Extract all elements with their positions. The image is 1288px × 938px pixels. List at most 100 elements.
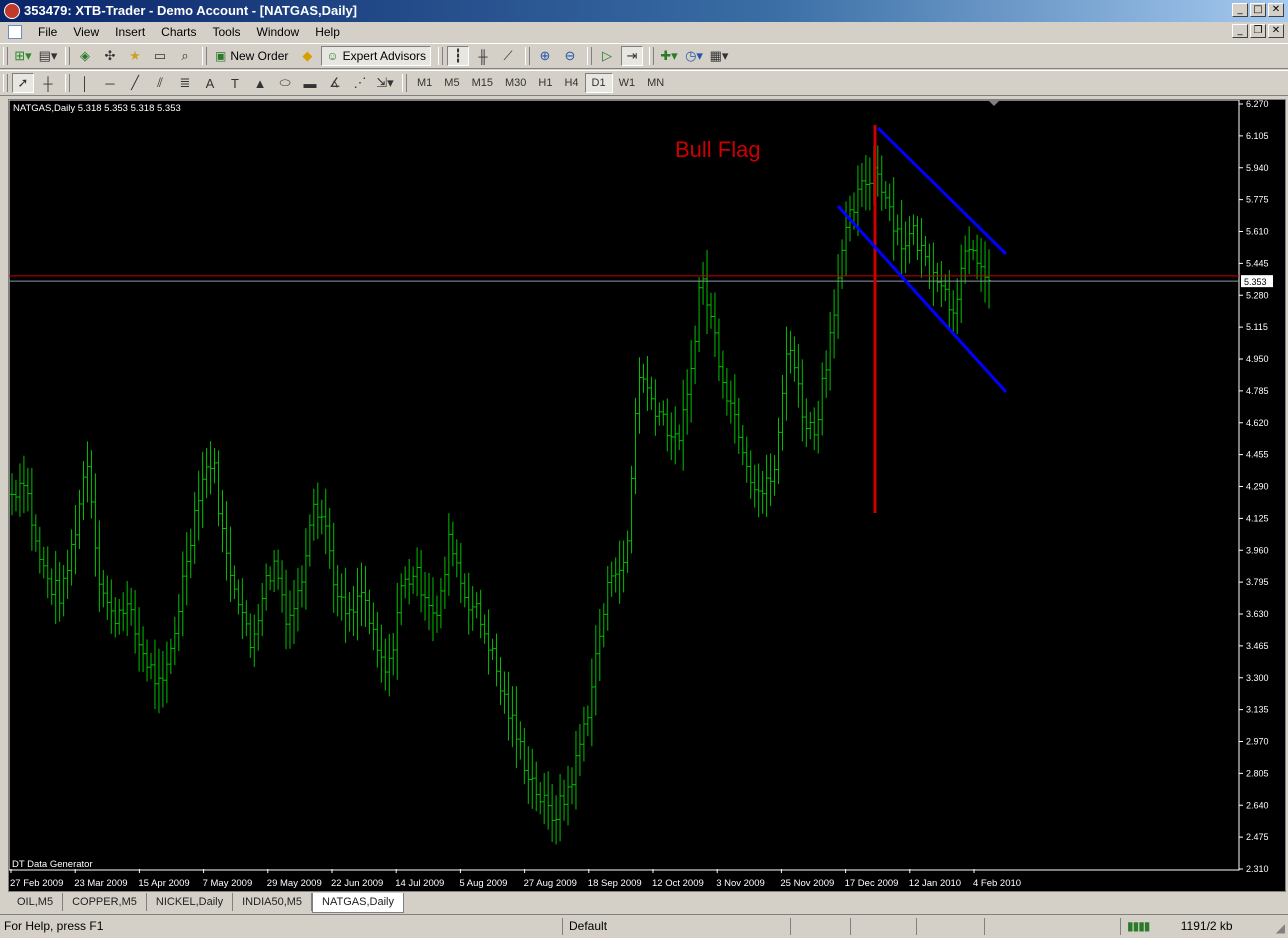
x-tick-label: 12 Jan 2010: [909, 878, 961, 889]
navigator-crosshair-icon[interactable]: ✣: [99, 46, 121, 66]
text-icon[interactable]: A: [199, 73, 221, 93]
x-tick-label: 14 Jul 2009: [395, 878, 444, 889]
timeframe-h4[interactable]: H4: [558, 74, 584, 92]
timeframe-m15[interactable]: M15: [466, 74, 499, 92]
child-restore-button[interactable]: ❐: [1250, 24, 1266, 38]
status-bar: For Help, press F1 Default ▮▮▮▮ 1191/2 k…: [0, 914, 1288, 938]
arrows-icon[interactable]: ⇲▾: [374, 73, 396, 93]
timeframe-m1[interactable]: M1: [411, 74, 438, 92]
drawing-toolbar: ➚ ┼ │ ─ ╱ ⫽ ≣ A T ▲ ⬭ ▬ ∡ ⋰ ⇲▾ M1 M5 M15…: [0, 70, 1288, 96]
x-tick-label: 7 May 2009: [203, 878, 253, 889]
x-tick-label: 23 Mar 2009: [74, 878, 127, 889]
expert-advisors-icon: ☺: [326, 49, 339, 63]
profiles-icon[interactable]: ▤▾: [37, 46, 59, 66]
y-tick-label: 4.620: [1246, 418, 1269, 428]
strategy-tester-icon[interactable]: ⌕: [174, 46, 196, 66]
chart-window[interactable]: 6.270 6.105 5.940 5.775 5.610 5.445 5.280 5.115…: [8, 99, 1286, 892]
horizontal-line-icon[interactable]: ─: [99, 73, 121, 93]
text-label-icon[interactable]: T: [224, 73, 246, 93]
vertical-line-icon[interactable]: │: [74, 73, 96, 93]
tab-oil-m5[interactable]: OIL,M5: [8, 893, 64, 911]
rectangle-icon[interactable]: ▬: [299, 73, 321, 93]
maximize-button[interactable]: □: [1250, 3, 1266, 17]
resize-grip-icon[interactable]: ◢: [1276, 921, 1285, 935]
gann-fan-icon[interactable]: ∡: [324, 73, 346, 93]
market-watch-icon[interactable]: ◈: [74, 46, 96, 66]
crosshair-icon[interactable]: ┼: [37, 73, 59, 93]
menu-window[interactable]: Window: [249, 25, 308, 39]
fibonacci-fan-icon[interactable]: ⋰: [349, 73, 371, 93]
y-tick-label: 2.805: [1246, 768, 1269, 778]
expert-advisors-label: Expert Advisors: [342, 49, 426, 63]
bar-chart-icon[interactable]: ┇: [447, 46, 469, 66]
auto-scroll-icon[interactable]: ▷: [596, 46, 618, 66]
y-tick-label: 3.630: [1246, 609, 1269, 619]
menu-help[interactable]: Help: [307, 25, 348, 39]
timeframe-w1[interactable]: W1: [613, 74, 642, 92]
status-pane-2: [850, 918, 916, 935]
ellipse-icon[interactable]: ⬭: [274, 73, 296, 93]
timeframe-d1[interactable]: D1: [584, 73, 613, 93]
minimize-button[interactable]: _: [1232, 3, 1248, 17]
y-tick-label: 5.280: [1246, 290, 1269, 300]
candlestick-icon[interactable]: ╫: [472, 46, 494, 66]
timeframe-m30[interactable]: M30: [499, 74, 532, 92]
new-order-button[interactable]: ▣ New Order: [211, 46, 292, 66]
fibonacci-retracement-icon[interactable]: ≣: [174, 73, 196, 93]
tab-natgas-daily[interactable]: NATGAS,Daily: [312, 893, 404, 913]
periods-clock-icon[interactable]: ◷▾: [683, 46, 705, 66]
y-tick-label: 5.445: [1246, 258, 1269, 268]
document-icon[interactable]: [8, 25, 22, 39]
tab-india50-m5[interactable]: INDIA50,M5: [233, 893, 313, 911]
y-tick-label: 5.115: [1246, 322, 1268, 332]
alert-icon[interactable]: ◆: [296, 46, 318, 66]
zoom-in-icon[interactable]: ⊕: [534, 46, 556, 66]
y-tick-label: 4.950: [1246, 354, 1269, 364]
y-tick-label: 5.610: [1246, 227, 1269, 237]
menu-charts[interactable]: Charts: [153, 25, 204, 39]
close-button[interactable]: ✕: [1268, 3, 1284, 17]
tab-nickel-daily[interactable]: NICKEL,Daily: [147, 893, 234, 911]
timeframe-m5[interactable]: M5: [438, 74, 465, 92]
x-tick-label: 27 Feb 2009: [10, 878, 63, 889]
terminal-icon[interactable]: ▭: [149, 46, 171, 66]
zoom-out-icon[interactable]: ⊖: [559, 46, 581, 66]
traffic-text: 1191/2 kb: [1180, 919, 1233, 933]
y-tick-label: 3.465: [1246, 641, 1269, 651]
child-minimize-button[interactable]: _: [1232, 24, 1248, 38]
x-tick-label: 18 Sep 2009: [588, 878, 642, 889]
x-tick-label: 27 Aug 2009: [524, 878, 577, 889]
chart-header-label: NATGAS,Daily 5.318 5.353 5.318 5.353: [13, 103, 181, 114]
templates-icon[interactable]: ▦▾: [708, 46, 730, 66]
status-pane-3: [916, 918, 984, 935]
x-tick-label: 29 May 2009: [267, 878, 322, 889]
child-close-button[interactable]: ✕: [1268, 24, 1284, 38]
menu-insert[interactable]: Insert: [107, 25, 153, 39]
x-tick-label: 17 Dec 2009: [845, 878, 899, 889]
expert-advisors-button[interactable]: ☺ Expert Advisors: [321, 46, 431, 66]
chart-shift-icon[interactable]: ⇥: [621, 46, 643, 66]
price-chart[interactable]: 6.270 6.105 5.940 5.775 5.610 5.445 5.280 5.115…: [8, 99, 1285, 891]
new-chart-icon[interactable]: ⊞▾: [12, 46, 34, 66]
timeframe-mn[interactable]: MN: [641, 74, 670, 92]
indicators-icon[interactable]: ✚▾: [658, 46, 680, 66]
trend-line-icon[interactable]: ╱: [124, 73, 146, 93]
x-tick-label: 15 Apr 2009: [138, 878, 189, 889]
new-order-icon: ▣: [215, 49, 227, 63]
menu-view[interactable]: View: [65, 25, 107, 39]
y-tick-label: 2.640: [1246, 800, 1269, 810]
standard-toolbar: ⊞▾ ▤▾ ◈ ✣ ★ ▭ ⌕ ▣ New Order ◆ ☺ Expert A…: [0, 43, 1288, 69]
line-chart-icon[interactable]: ⟋: [497, 46, 519, 66]
menu-tools[interactable]: Tools: [205, 25, 249, 39]
equidistant-channel-icon[interactable]: ⫽: [149, 73, 171, 93]
app-icon[interactable]: [4, 3, 20, 19]
y-tick-label: 6.105: [1246, 131, 1269, 141]
folder-star-icon[interactable]: ★: [124, 46, 146, 66]
tab-copper-m5[interactable]: COPPER,M5: [63, 893, 147, 911]
y-tick-label: 2.970: [1246, 737, 1269, 747]
timeframe-h1[interactable]: H1: [532, 74, 558, 92]
x-tick-label: 25 Nov 2009: [780, 878, 834, 889]
menu-file[interactable]: File: [30, 25, 65, 39]
triangle-icon[interactable]: ▲: [249, 73, 271, 93]
cursor-icon[interactable]: ➚: [12, 73, 34, 93]
